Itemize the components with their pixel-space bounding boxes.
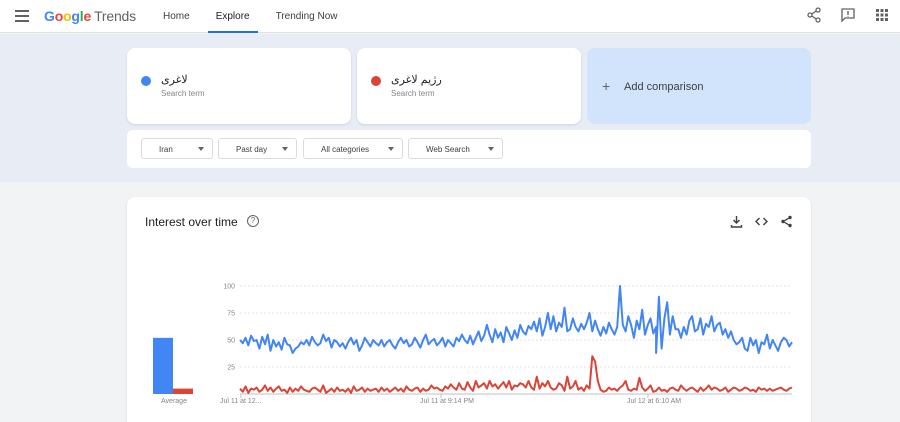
y-tick-label: 25 — [227, 365, 235, 372]
x-tick-label: Jul 12 at 6:10 AM — [627, 398, 681, 405]
series-line — [239, 285, 793, 354]
y-tick-label: 50 — [227, 338, 235, 345]
series-line — [239, 355, 793, 394]
average-label: Average — [161, 398, 187, 405]
y-tick-label: 75 — [227, 311, 235, 318]
x-tick-label: Jul 11 at 12... — [220, 398, 262, 405]
x-tick-label: Jul 11 at 9:14 PM — [420, 398, 474, 405]
y-tick-label: 100 — [223, 284, 235, 291]
interest-chart: 100 75 50 25 Jul 11 at 12... Jul 11 at 9:14 P… — [153, 284, 793, 405]
average-bar — [153, 337, 173, 394]
average-bar — [173, 388, 193, 394]
